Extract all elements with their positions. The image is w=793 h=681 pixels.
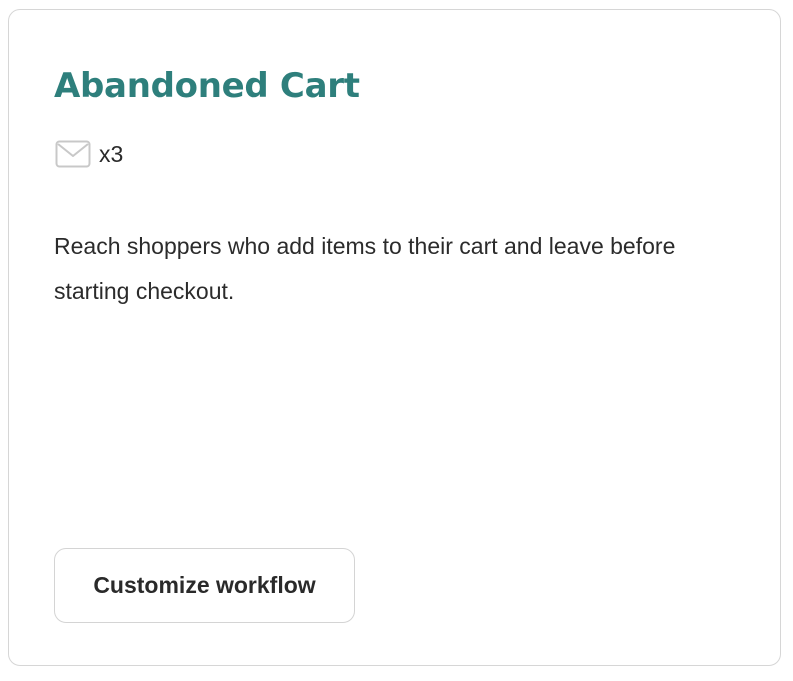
email-count: x3 xyxy=(99,141,124,167)
envelope-icon xyxy=(55,138,91,170)
email-count-row: x3 xyxy=(55,138,123,170)
card-description: Reach shoppers who add items to their ca… xyxy=(54,233,676,304)
customize-workflow-button[interactable]: Customize workflow xyxy=(54,548,355,623)
card-title: Abandoned Cart xyxy=(54,66,360,106)
workflow-card: Abandoned Cart x3 Reach shoppers who add… xyxy=(8,9,781,666)
